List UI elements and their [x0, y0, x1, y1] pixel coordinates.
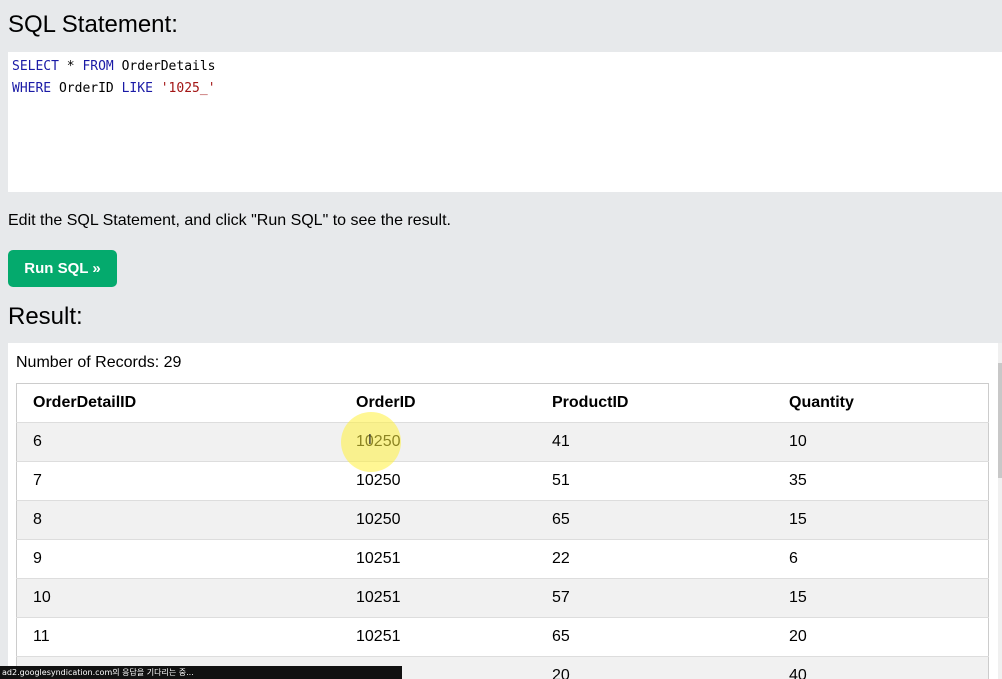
- table-cell: 20: [773, 617, 989, 657]
- table-cell: 10250: [340, 461, 536, 501]
- table-name: OrderDetails: [113, 59, 216, 74]
- sql-statement-heading: SQL Statement:: [8, 11, 178, 38]
- column-header: ProductID: [536, 383, 773, 423]
- column-header: OrderDetailID: [16, 383, 340, 423]
- string-literal: '1025_': [160, 81, 216, 96]
- table-cell: 11: [16, 617, 340, 657]
- table-cell: 6: [16, 422, 340, 462]
- table-cell: 57: [536, 578, 773, 618]
- record-count: Number of Records: 29: [16, 354, 182, 371]
- table-row: 8 10250 65 15: [16, 500, 989, 540]
- sql-editor[interactable]: SELECT * FROM OrderDetails WHERE OrderID…: [8, 52, 1002, 192]
- table-cell: 15: [773, 500, 989, 540]
- table-cell: 35: [773, 461, 989, 501]
- code-line-2: WHERE OrderID LIKE '1025_': [12, 81, 216, 96]
- table-cell: 51: [536, 461, 773, 501]
- table-row: 7 10250 51 35: [16, 461, 989, 501]
- table-cell: 41: [536, 422, 773, 462]
- instruction-text: Edit the SQL Statement, and click "Run S…: [8, 212, 451, 229]
- table-cell: 22: [536, 539, 773, 579]
- column-header: OrderID: [340, 383, 536, 423]
- table-header-row: OrderDetailID OrderID ProductID Quantity: [16, 383, 989, 423]
- code-line-1: SELECT * FROM OrderDetails: [12, 59, 216, 74]
- table-row: 10 10251 57 15: [16, 578, 989, 618]
- table-cell: 10250: [340, 422, 536, 462]
- keyword-select: SELECT: [12, 59, 59, 74]
- table-cell: 65: [536, 500, 773, 540]
- keyword-where: WHERE: [12, 81, 52, 96]
- result-panel: Number of Records: 29 OrderDetailID Orde…: [8, 343, 998, 679]
- table-cell: 8: [16, 500, 340, 540]
- table-cell: 10: [16, 578, 340, 618]
- browser-status-bar: ad2.googlesyndication.com의 응답을 기다리는 중...: [0, 666, 402, 679]
- table-cell: 7: [16, 461, 340, 501]
- table-cell: 10251: [340, 617, 536, 657]
- table-cell: 15: [773, 578, 989, 618]
- keyword-like: LIKE: [121, 81, 153, 96]
- column-header: Quantity: [773, 383, 989, 423]
- table-cell: 10251: [340, 539, 536, 579]
- table-cell: 9: [16, 539, 340, 579]
- table-cell: 6: [773, 539, 989, 579]
- table-row: 9 10251 22 6: [16, 539, 989, 579]
- table-cell: 40: [773, 656, 989, 679]
- table-cell: 65: [536, 617, 773, 657]
- results-table: OrderDetailID OrderID ProductID Quantity…: [16, 383, 989, 679]
- table-row: 11 10251 65 20: [16, 617, 989, 657]
- scrollbar-thumb[interactable]: [998, 363, 1002, 478]
- table-cell: 10: [773, 422, 989, 462]
- table-cell: 10250: [340, 500, 536, 540]
- run-sql-button[interactable]: Run SQL »: [8, 250, 117, 287]
- table-row: 6 10250 41 10: [16, 422, 989, 462]
- result-heading: Result:: [8, 303, 83, 330]
- keyword-from: FROM: [82, 59, 114, 74]
- table-cell: 10251: [340, 578, 536, 618]
- table-cell: 20: [536, 656, 773, 679]
